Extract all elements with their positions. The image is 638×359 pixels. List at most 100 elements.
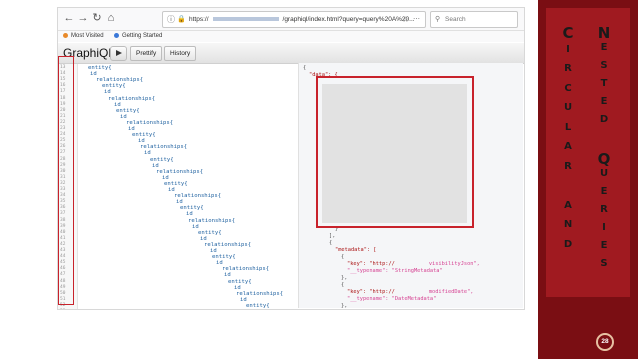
query-code-line: id <box>138 138 145 145</box>
result-object-open: { <box>329 240 333 246</box>
query-code-line: id <box>120 113 127 120</box>
prettify-button[interactable]: Prettify <box>130 46 163 61</box>
title-letter: N <box>563 219 573 230</box>
title-letter: Q <box>597 150 611 168</box>
result-object-close: }, <box>341 275 348 281</box>
history-button[interactable]: History <box>164 46 197 61</box>
getting-started-icon <box>114 32 119 38</box>
query-code-line: relationships{ <box>236 290 284 297</box>
redacted-host <box>212 17 279 22</box>
title-letter: E <box>600 42 608 53</box>
title-letter: C <box>564 82 572 94</box>
search-input[interactable]: ⚲ Search <box>430 11 518 28</box>
query-code-line: id <box>176 199 183 206</box>
result-object-open: { <box>341 254 345 260</box>
title-letter: S <box>600 60 608 71</box>
query-code-line: id <box>234 284 241 291</box>
title-letter: U <box>563 102 573 113</box>
key-label: "key": "http:// <box>347 289 395 295</box>
result-object-open: { <box>341 282 345 288</box>
home-icon[interactable]: ⌂ <box>105 12 117 24</box>
result-key-line: "key": "http:// visibilityJson", <box>347 261 480 267</box>
title-letter: E <box>600 186 608 197</box>
bookmarks-toolbar: Most Visited Getting Started <box>58 31 524 42</box>
query-code-line: id <box>104 89 111 96</box>
page-number: 28 <box>596 333 614 351</box>
title-letter: S <box>600 258 608 269</box>
query-code-line: id <box>128 126 135 132</box>
title-panel-inner <box>546 8 630 297</box>
title-letter: D <box>599 114 609 125</box>
query-editor[interactable]: 13 14 15 16 17 18 19 20 21 22 23 24 25 26 27 28 29 30 31 32… <box>58 64 299 309</box>
lock-icon: 🔒 <box>177 16 186 23</box>
title-letter: E <box>600 240 608 251</box>
query-code-line: id <box>224 272 231 279</box>
query-code-line: entity{ <box>150 156 174 163</box>
title-letter: N <box>597 24 611 42</box>
title-letter: U <box>599 168 609 179</box>
bookmark-most-visited[interactable]: Most Visited <box>63 31 104 42</box>
bookmark-label: Getting Started <box>122 33 163 39</box>
query-code-line: relationships{ <box>140 144 188 151</box>
reload-icon[interactable]: ↻ <box>91 12 103 24</box>
query-code-line: entity{ <box>132 132 156 139</box>
line-number-highlight <box>58 56 74 305</box>
key-value: visibilityJson", <box>428 261 480 267</box>
title-letter: L <box>564 121 572 133</box>
query-code-line: entity{ <box>88 65 112 71</box>
query-code-line: id <box>192 223 199 230</box>
browser-toolbar: ← → ↻ ⌂ ⓘ 🔒 https:// /graphiql/index.html… <box>58 8 524 31</box>
query-code-line: relationships{ <box>96 77 144 84</box>
query-code-line: relationships{ <box>156 168 204 175</box>
query-code-line: relationships{ <box>204 241 252 248</box>
query-code-line: entity{ <box>180 205 204 212</box>
info-icon[interactable]: ⓘ <box>167 12 175 27</box>
title-letter: R <box>600 204 608 215</box>
query-code-line: id <box>240 296 247 303</box>
query-code-line: relationships{ <box>108 95 156 102</box>
result-key-line: "key": "http:// modifiedDate", <box>347 289 474 295</box>
query-code-line: id <box>144 150 151 157</box>
title-letter: E <box>600 96 608 107</box>
title-letter: A <box>564 141 572 152</box>
redacted-value <box>394 261 429 266</box>
result-open-brace: { <box>303 65 307 71</box>
play-icon <box>116 50 122 56</box>
query-code-line: relationships{ <box>174 193 222 200</box>
forward-arrow-icon[interactable]: → <box>77 12 89 24</box>
result-highlight <box>316 76 474 228</box>
bookmark-star-icon[interactable]: ☆ <box>402 12 409 27</box>
bookmark-getting-started[interactable]: Getting Started <box>114 31 162 42</box>
query-code-line: relationships{ <box>222 266 270 273</box>
query-code-line: id <box>114 101 121 108</box>
title-letter: R <box>564 160 572 172</box>
search-icon: ⚲ <box>435 16 441 23</box>
query-code-line: entity{ <box>212 254 236 261</box>
query-code-line: entity{ <box>198 229 222 236</box>
query-code-line: entity{ <box>228 278 252 285</box>
address-bar[interactable]: ⓘ 🔒 https:// /graphiql/index.html?query=q… <box>162 11 426 28</box>
execute-query-button[interactable] <box>110 46 127 61</box>
back-arrow-icon[interactable]: ← <box>63 12 75 24</box>
search-placeholder: Search <box>445 16 466 23</box>
query-code-line: id <box>210 248 217 254</box>
graphiql-toolbar: GraphiQL Prettify History <box>58 43 524 64</box>
query-code-line: entity{ <box>116 107 140 114</box>
title-letter: I <box>566 43 570 55</box>
query-code-line: id <box>216 260 223 267</box>
query-code-line: id <box>152 162 159 169</box>
result-metadata-key: "metadata": [ <box>335 247 377 253</box>
query-code-line: entity{ <box>246 302 270 309</box>
result-close-bracket: ], <box>329 233 336 239</box>
key-label: "key": "http:// <box>347 261 395 267</box>
title-letter: D <box>563 238 573 250</box>
url-text: https:// /graphiql/index.html?query=query… <box>189 12 415 27</box>
bookmark-label: Most Visited <box>71 33 104 39</box>
title-letter: T <box>600 78 608 89</box>
query-code-line: id <box>168 187 175 193</box>
page-actions-icon[interactable]: ⋯ <box>413 12 421 27</box>
result-typename-line: "__typename": "DateMetadata" <box>347 296 437 302</box>
query-code-line: id <box>162 174 169 181</box>
query-code-line: entity{ <box>164 180 188 187</box>
title-letter: R <box>564 63 572 74</box>
